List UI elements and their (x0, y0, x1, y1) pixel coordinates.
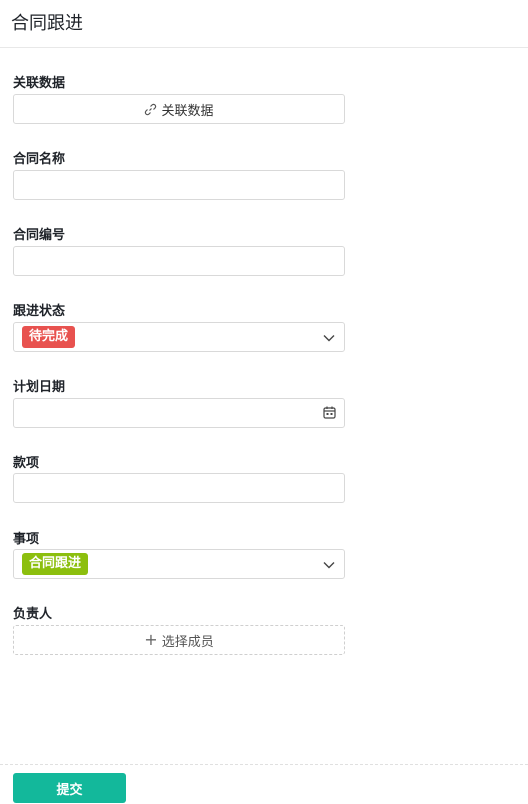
contract-number-label: 合同编号 (13, 228, 66, 243)
select-member-label: 选择成员 (161, 634, 214, 650)
planned-date-input[interactable] (13, 398, 345, 428)
link-icon (144, 103, 157, 116)
payment-label: 款项 (13, 456, 40, 471)
contract-number-input[interactable] (13, 246, 345, 276)
related-data-button[interactable]: 关联数据 (13, 94, 345, 124)
matter-tag: 合同跟进 (22, 553, 89, 575)
form-footer: 提交 (0, 764, 528, 804)
planned-date-label: 计划日期 (13, 380, 66, 395)
chevron-down-icon (323, 335, 335, 342)
related-data-label: 关联数据 (13, 76, 66, 91)
submit-button[interactable]: 提交 (13, 773, 126, 803)
chevron-down-icon (323, 562, 335, 569)
contract-name-input[interactable] (13, 170, 345, 200)
follow-status-select[interactable]: 待完成 (13, 322, 345, 352)
select-member-button[interactable]: + 选择成员 (13, 625, 345, 655)
related-data-button-label: 关联数据 (161, 103, 214, 119)
follow-status-label: 跟进状态 (13, 304, 66, 319)
follow-status-tag: 待完成 (22, 326, 76, 348)
payment-input[interactable] (13, 473, 345, 503)
calendar-icon (323, 406, 336, 419)
owner-label: 负责人 (13, 607, 53, 622)
page-header: 合同跟进 (0, 0, 528, 48)
page-title: 合同跟进 (11, 13, 83, 34)
contract-name-label: 合同名称 (13, 152, 66, 167)
plus-icon: + (144, 630, 158, 649)
matter-label: 事项 (13, 532, 40, 547)
matter-select[interactable]: 合同跟进 (13, 549, 345, 579)
